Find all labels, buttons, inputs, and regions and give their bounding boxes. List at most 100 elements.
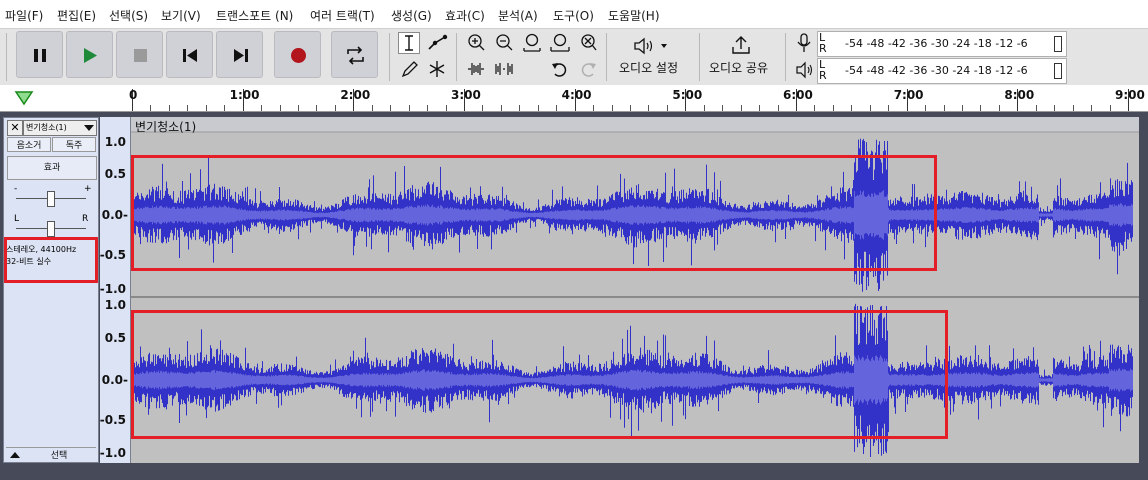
track-control-panel: ✕ 변기청소(1) 음소거 독주 효과 - + L R 스테레오, 44100H… [3,117,99,463]
collapse-arrow-icon[interactable] [10,451,20,459]
timeline-minor-tick [703,105,705,111]
menu-tracks[interactable]: 여러 트랙(T) [310,7,375,24]
scale-label: -1.0 [99,282,126,296]
toolbar-separator [389,33,390,81]
selection-tool[interactable] [398,32,420,54]
skip-to-end-button[interactable] [216,31,263,78]
share-audio-label: 오디오 공유 [709,61,769,75]
menu-transport[interactable]: 트랜스포트 (N) [216,7,293,24]
skip-to-start-button[interactable] [166,31,213,78]
gain-minus-label: - [14,184,18,194]
record-meter[interactable]: L R -54 -48 -42 -36 -30 -24 -18 -12 -6 [817,31,1067,57]
waveform-clip[interactable]: 변기청소(1) [131,117,1139,463]
timeline-minor-tick [666,105,668,111]
stop-button[interactable] [116,31,163,78]
timeline-tick-label: 8:00 [1004,88,1035,102]
toolbar: 오디오 설정 오디오 공유 L R -54 -48 -42 -36 -30 -2… [0,28,1148,86]
menu-view[interactable]: 보기(V) [161,7,201,24]
effects-label: 효과 [43,163,61,173]
timeline-minor-tick [261,105,263,111]
menu-help[interactable]: 도움말(H) [608,7,660,24]
undo-icon [552,63,567,77]
redo-button[interactable] [577,58,599,80]
timeline-minor-tick [962,105,964,111]
timeline-minor-tick [869,105,871,111]
skip-end-icon [234,49,248,62]
zoom-out-button[interactable] [493,32,515,54]
timeline-tick-label: 4:00 [561,88,592,102]
timeline-tick-label: 9:00 [1115,88,1145,102]
stop-icon [134,49,147,62]
zoom-in-button[interactable] [465,32,487,54]
zoom-toggle-button[interactable] [577,32,599,54]
fit-project-button[interactable] [549,32,571,54]
play-head-icon[interactable] [14,89,34,107]
scale-label: -0.5 [99,248,126,262]
timeline-minor-tick [556,105,558,111]
microphone-icon[interactable] [795,32,813,54]
draw-tool[interactable] [398,58,420,80]
timeline-tick-label: 1:00 [229,88,260,102]
undo-button[interactable] [549,58,571,80]
left-channel-highlight-box [131,155,937,271]
timeline-minor-tick [943,105,945,111]
scale-label: 1.0 [104,135,126,149]
audio-setup-button[interactable]: 오디오 설정 [612,31,692,81]
close-track-button[interactable]: ✕ [7,120,23,136]
multi-tool[interactable] [426,58,448,80]
timeline-minor-tick [150,105,152,111]
menu-analyze[interactable]: 분석(A) [498,7,538,24]
trim-audio-button[interactable] [465,58,487,80]
gain-plus-label: + [84,184,92,194]
solo-button[interactable]: 독주 [52,137,96,152]
zoom-out-icon [496,34,513,51]
loop-button[interactable] [331,31,378,78]
menu-edit[interactable]: 편집(E) [57,7,96,24]
effects-button[interactable]: 효과 [7,156,97,180]
skip-start-icon [183,49,197,62]
timeline-minor-tick [482,105,484,111]
timeline-minor-tick [814,105,816,111]
silence-audio-button[interactable] [493,58,515,80]
timeline-minor-tick [777,105,779,111]
timeline-minor-tick [279,105,281,111]
menu-tools[interactable]: 도구(O) [553,7,594,24]
zoom-in-icon [468,34,485,51]
toolbar-separator [699,33,700,81]
scale-label: 1.0 [104,298,126,312]
share-audio-button[interactable]: 오디오 공유 [704,31,778,81]
clip-title: 변기청소(1) [135,120,197,134]
timeline-minor-tick [519,105,521,111]
timeline-minor-tick [1072,105,1074,111]
scale-label: 0.0- [101,373,128,387]
play-button[interactable] [66,31,113,78]
timeline-tick-label: 3:00 [451,88,481,102]
playback-meter[interactable]: L R -54 -48 -42 -36 -30 -24 -18 -12 -6 [817,58,1067,84]
envelope-tool[interactable] [426,32,448,54]
pan-slider-handle[interactable] [47,221,55,237]
meter-handle[interactable] [1054,36,1062,52]
timeline-ruler[interactable]: 0 1:00 2:00 3:00 4:00 5:00 6:00 7:00 8:00 9:00 [0,85,1148,112]
scale-label: -1.0 [99,446,126,460]
amplitude-ruler[interactable]: 1.0 0.5 0.0- -0.5 -1.0 1.0 0.5 0.0- -0.5… [100,117,131,463]
track-menu-button[interactable]: 변기청소(1) [23,120,97,136]
meter-handle[interactable] [1054,63,1062,79]
pause-button[interactable] [16,31,63,78]
gain-slider-handle[interactable] [47,191,55,207]
menu-file[interactable]: 파일(F) [5,7,43,24]
record-meter-scale: -54 -48 -42 -36 -30 -24 -18 -12 -6 [845,37,1028,50]
menu-effect[interactable]: 효과(C) [445,7,485,24]
menu-generate[interactable]: 생성(G) [391,7,432,24]
record-button[interactable] [274,31,321,78]
timeline-minor-tick [390,105,392,111]
clip-title-bar[interactable] [131,117,1139,132]
fit-selection-button[interactable] [521,32,543,54]
timeline-minor-tick [205,105,207,111]
mute-button[interactable]: 음소거 [7,137,51,152]
select-track-button[interactable]: 선택 [26,448,92,461]
menu-select[interactable]: 선택(S) [109,7,148,24]
speaker-icon[interactable] [795,60,815,80]
toolbar-grip[interactable] [6,33,7,81]
timeline-minor-tick [611,105,613,111]
timeline-minor-tick [298,105,299,111]
